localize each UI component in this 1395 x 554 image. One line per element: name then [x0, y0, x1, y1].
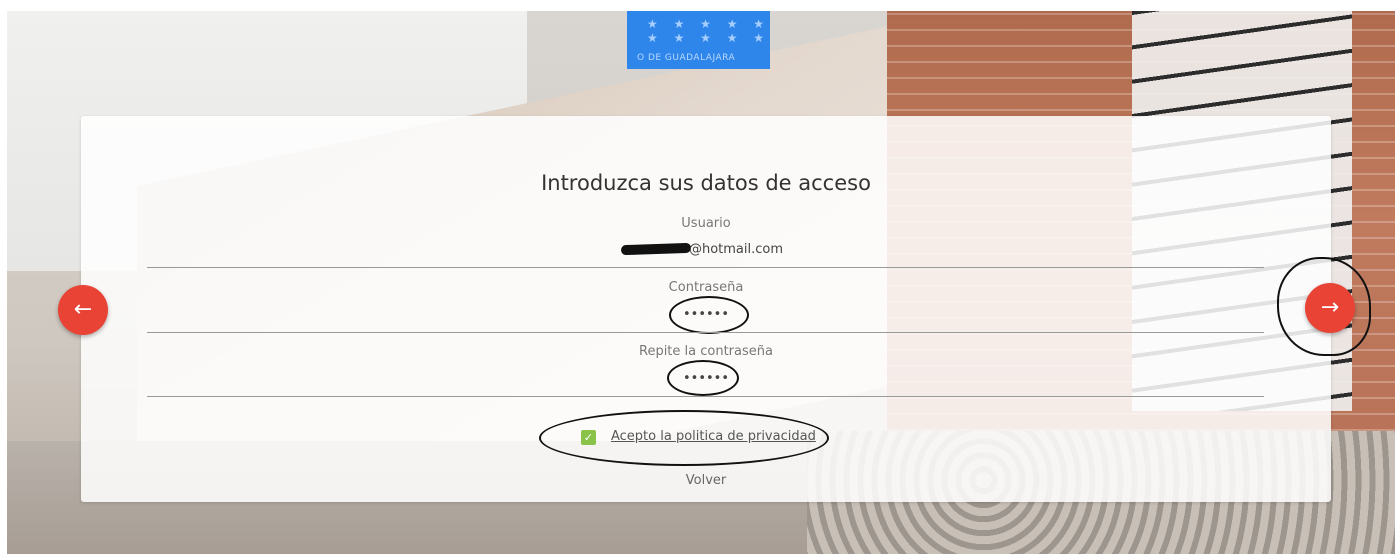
- user-underline: [147, 267, 1264, 268]
- login-panel: Introduzca sus datos de acceso Usuario @…: [81, 116, 1331, 502]
- city-logo: ★ ★ ★ ★ ★ ★ ★ ★ ★ ★ O DE GUADALAJARA: [627, 11, 770, 69]
- password-label: Contraseña: [668, 280, 744, 295]
- logo-caption: O DE GUADALAJARA: [637, 53, 736, 63]
- privacy-policy-link[interactable]: Acepto la politica de privacidad: [611, 429, 816, 444]
- arrow-left-icon: ←: [73, 297, 93, 322]
- annotation-circle-password: [669, 296, 749, 334]
- password-underline: [147, 332, 1264, 333]
- user-field[interactable]: @hotmail.com: [81, 242, 1331, 257]
- privacy-checkbox[interactable]: ✓: [581, 430, 596, 445]
- repeat-password-label: Repite la contraseña: [639, 344, 773, 359]
- annotation-circle-repeat: [667, 360, 739, 396]
- back-link[interactable]: Volver: [81, 473, 1331, 488]
- repeat-password-underline: [147, 396, 1264, 397]
- logo-stars: ★ ★ ★ ★ ★ ★ ★ ★ ★ ★: [647, 17, 770, 45]
- annotation-circle-next: [1277, 257, 1371, 356]
- user-label: Usuario: [681, 216, 731, 231]
- prev-button[interactable]: ←: [58, 285, 108, 335]
- form-title: Introduzca sus datos de acceso: [541, 171, 871, 195]
